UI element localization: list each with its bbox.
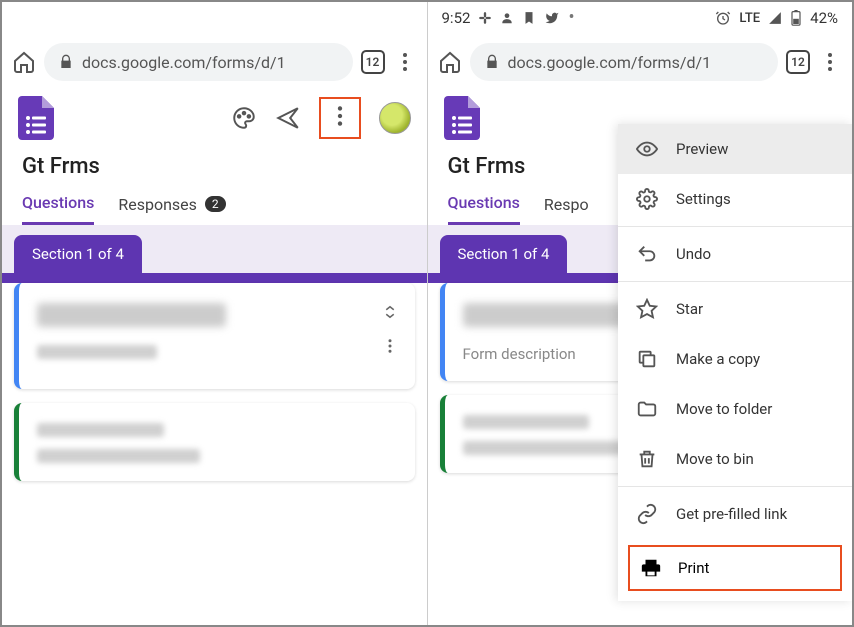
tab-questions[interactable]: Questions (448, 193, 520, 225)
more-button-highlight (319, 97, 361, 139)
menu-move-folder[interactable]: Move to folder (618, 384, 852, 434)
menu-settings[interactable]: Settings (618, 174, 852, 224)
home-icon[interactable] (438, 50, 462, 74)
print-icon (640, 557, 662, 579)
url-text: docs.google.com/forms/d/1 (82, 53, 286, 72)
forms-more-icon[interactable] (327, 103, 353, 129)
tab-questions[interactable]: Questions (22, 193, 94, 225)
question-card[interactable] (14, 403, 415, 481)
person-icon (500, 11, 514, 25)
menu-print[interactable]: Print (628, 545, 842, 591)
link-icon (636, 503, 658, 525)
send-icon[interactable] (275, 105, 301, 131)
blurred-text (463, 441, 626, 455)
folder-icon (636, 398, 658, 420)
menu-star[interactable]: Star (618, 284, 852, 334)
status-bar (2, 2, 427, 34)
network-label: LTE (739, 11, 760, 26)
menu-undo[interactable]: Undo (618, 229, 852, 279)
tab-count[interactable]: 12 (361, 50, 385, 74)
overflow-menu: Preview Settings Undo Star Make a copy (618, 124, 852, 601)
section-indicator: Section 1 of 4 (440, 235, 568, 273)
forms-toolbar (2, 90, 427, 146)
browser-address-bar: docs.google.com/forms/d/1 12 (2, 34, 427, 90)
battery-icon (790, 10, 802, 26)
palette-icon[interactable] (231, 105, 257, 131)
collapse-icon[interactable] (381, 303, 399, 321)
twitter-icon (544, 11, 560, 25)
forms-logo-icon (18, 96, 54, 140)
title-card[interactable] (14, 283, 415, 389)
menu-prefilled-link[interactable]: Get pre-filled link (618, 489, 852, 539)
form-title: Gt Frms (2, 146, 427, 179)
url-text: docs.google.com/forms/d/1 (508, 53, 712, 72)
blurred-description (37, 345, 157, 359)
undo-icon (636, 243, 658, 265)
bookmark-icon (522, 11, 536, 25)
browser-more-icon[interactable] (393, 50, 417, 74)
alarm-icon (715, 10, 731, 26)
gear-icon (636, 188, 658, 210)
trash-icon (636, 448, 658, 470)
home-icon[interactable] (12, 50, 36, 74)
menu-move-bin[interactable]: Move to bin (618, 434, 852, 484)
blurred-title (37, 303, 226, 327)
battery-level: 42% (810, 9, 838, 27)
left-screenshot: docs.google.com/forms/d/1 12 Gt Frms Que… (2, 2, 428, 625)
menu-copy[interactable]: Make a copy (618, 334, 852, 384)
browser-more-icon[interactable] (818, 50, 842, 74)
blurred-text (37, 449, 200, 463)
section-indicator: Section 1 of 4 (14, 235, 142, 273)
form-tabs: Questions Responses2 (2, 179, 427, 225)
browser-address-bar: docs.google.com/forms/d/1 12 (428, 34, 853, 90)
url-bar[interactable]: docs.google.com/forms/d/1 (44, 43, 353, 81)
blurred-text (463, 415, 590, 429)
avatar[interactable] (379, 102, 411, 134)
lock-icon (58, 54, 74, 70)
blurred-text (37, 423, 164, 437)
copy-icon (636, 348, 658, 370)
tab-count[interactable]: 12 (786, 50, 810, 74)
status-bar: 9:52 • LTE 42% (428, 2, 853, 34)
signal-icon (768, 11, 782, 25)
status-time: 9:52 (442, 9, 471, 27)
menu-preview[interactable]: Preview (618, 124, 852, 174)
responses-badge: 2 (205, 196, 226, 212)
card-more-icon[interactable] (381, 337, 399, 355)
tab-responses[interactable]: Responses2 (118, 195, 225, 224)
lock-icon (484, 54, 500, 70)
tab-responses[interactable]: Respo (544, 195, 589, 224)
right-screenshot: 9:52 • LTE 42% docs.google.com/forms/d/1 (428, 2, 853, 625)
star-icon (636, 298, 658, 320)
eye-icon (636, 138, 658, 160)
slack-icon (478, 11, 492, 25)
forms-logo-icon (444, 96, 480, 140)
url-bar[interactable]: docs.google.com/forms/d/1 (470, 43, 779, 81)
